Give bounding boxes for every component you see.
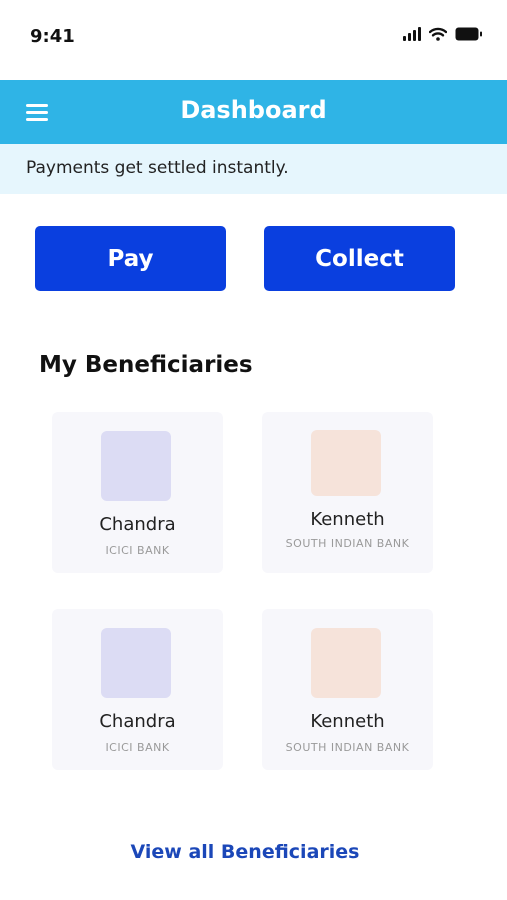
status-time: 9:41 [30,26,75,47]
page-title: Dashboard [180,96,327,124]
wifi-icon [429,27,447,41]
beneficiary-card[interactable]: Kenneth SOUTH INDIAN BANK [262,412,433,573]
beneficiary-bank: SOUTH INDIAN BANK [285,537,410,550]
beneficiary-card[interactable]: Chandra ICICI BANK [52,412,223,573]
app-header: Dashboard [0,80,507,144]
collect-button[interactable]: Collect [264,226,455,291]
beneficiary-avatar [101,431,171,501]
view-all-beneficiaries-link[interactable]: View all Beneficiaries [0,841,490,863]
beneficiary-avatar [311,430,381,496]
beneficiary-avatar [101,628,171,698]
beneficiary-card[interactable]: Kenneth SOUTH INDIAN BANK [262,609,433,770]
beneficiary-card[interactable]: Chandra ICICI BANK [52,609,223,770]
info-banner-text: Payments get settled instantly. [26,158,289,178]
beneficiary-bank: ICICI BANK [105,544,170,557]
info-banner: Payments get settled instantly. [0,144,507,194]
beneficiary-avatar [311,628,381,698]
beneficiary-name: Kenneth [310,509,385,530]
beneficiary-name: Kenneth [310,711,385,732]
battery-icon [455,27,483,41]
beneficiary-bank: SOUTH INDIAN BANK [285,741,410,754]
beneficiary-bank: ICICI BANK [105,741,170,754]
beneficiaries-title: My Beneficiaries [39,352,253,378]
pay-button[interactable]: Pay [35,226,226,291]
cellular-signal-icon [403,27,421,41]
beneficiary-name: Chandra [99,514,176,535]
status-bar: 9:41 [0,0,507,74]
beneficiary-name: Chandra [99,711,176,732]
status-icons [403,27,483,41]
